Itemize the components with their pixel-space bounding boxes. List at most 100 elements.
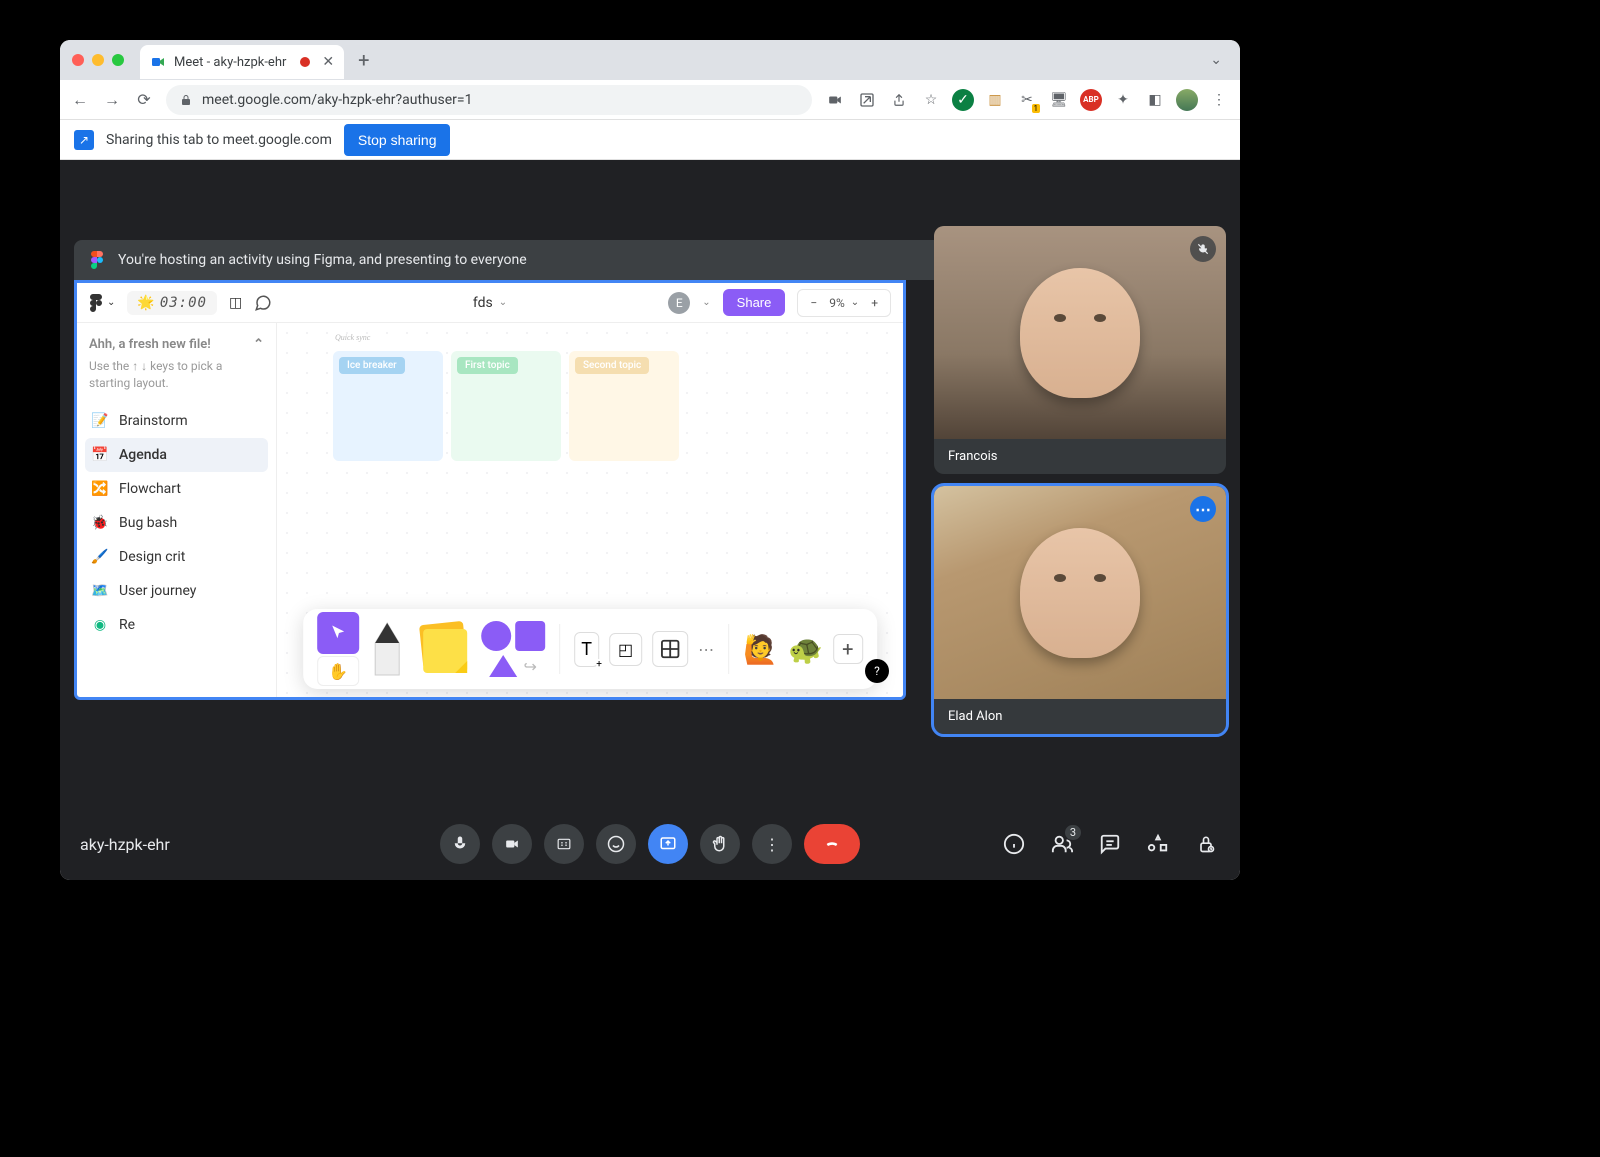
captions-button[interactable] [544, 824, 584, 864]
user-avatar[interactable]: E [668, 292, 690, 314]
template-item[interactable]: 📝Brainstorm [85, 404, 268, 438]
hand-tool[interactable]: ✋ [317, 656, 359, 686]
ext-abp-icon[interactable]: ABP [1080, 89, 1102, 111]
template-label: Bug bash [119, 515, 177, 531]
zoom-controls: − 9% ⌄ + [797, 289, 891, 317]
template-icon: 🔀 [91, 480, 109, 498]
side-panel-icon[interactable]: ◧ [1144, 89, 1166, 111]
extension-icons: ☆ ✓ ▥ ✂1 🖥 ABP ✦ ◧ ⋮ [824, 89, 1230, 111]
recording-indicator-icon [300, 57, 310, 67]
lock-icon [180, 93, 192, 107]
zoom-out-button[interactable]: − [804, 296, 823, 310]
tab-title: Meet - aky-hzpk-ehr [174, 55, 286, 70]
sharing-text: Sharing this tab to meet.google.com [106, 132, 332, 148]
ext-scissors-icon[interactable]: ✂1 [1016, 89, 1038, 111]
participant-name: Francois [934, 439, 1226, 474]
select-tool[interactable] [317, 612, 359, 654]
new-tab-button[interactable]: + [358, 48, 369, 72]
stamp-tool-2[interactable]: 🐢 [788, 633, 823, 666]
ext-folder-icon[interactable]: ▥ [984, 89, 1006, 111]
section-tool[interactable]: ◰ [609, 633, 642, 666]
template-item[interactable]: ◉Re [85, 608, 268, 642]
help-button[interactable]: ? [865, 659, 889, 683]
collapse-icon[interactable]: ⌃ [253, 337, 264, 352]
template-label: User journey [119, 583, 196, 599]
participant-tile[interactable]: Francois [934, 226, 1226, 474]
sticky-note-tool[interactable] [415, 621, 471, 677]
canvas-card[interactable]: Ice breaker [333, 351, 443, 461]
back-button[interactable]: ← [70, 90, 90, 110]
figma-canvas[interactable]: Quick sync Ice breakerFirst topicSecond … [277, 323, 903, 697]
template-item[interactable]: 🔀Flowchart [85, 472, 268, 506]
open-external-icon[interactable] [856, 89, 878, 111]
template-item[interactable]: 🖌️Design crit [85, 540, 268, 574]
add-widget-button[interactable]: + [833, 634, 863, 664]
figma-file-title[interactable]: fds [473, 295, 493, 311]
more-tools-icon[interactable]: ⋯ [698, 640, 714, 659]
more-options-button[interactable]: ⋮ [752, 824, 792, 864]
panel-layout-icon[interactable]: ◫ [229, 295, 242, 311]
zoom-value[interactable]: 9% [829, 296, 845, 310]
stamp-tool-1[interactable]: 🙋 [743, 633, 778, 666]
template-item[interactable]: 📅Agenda [85, 438, 268, 472]
ext-monitor-icon[interactable]: 🖥 [1048, 89, 1070, 111]
browser-tab[interactable]: Meet - aky-hzpk-ehr ✕ [140, 45, 344, 79]
pencil-tool[interactable] [369, 619, 405, 679]
close-window-dot[interactable] [72, 54, 84, 66]
reload-button[interactable]: ⟳ [134, 90, 154, 109]
people-button[interactable]: 3 [1048, 830, 1076, 858]
camera-toggle-button[interactable] [492, 824, 532, 864]
template-item[interactable]: 🐞Bug bash [85, 506, 268, 540]
triangle-shape-icon [489, 655, 517, 677]
host-controls-button[interactable] [1192, 830, 1220, 858]
close-tab-icon[interactable]: ✕ [322, 54, 334, 70]
share-up-icon[interactable] [888, 89, 910, 111]
text-tool[interactable]: T+ [574, 632, 599, 667]
tab-overflow-chevron-icon[interactable]: ⌄ [1210, 52, 1222, 68]
title-chevron-icon[interactable]: ⌄ [499, 297, 507, 308]
omnibox[interactable]: meet.google.com/aky-hzpk-ehr?authuser=1 [166, 85, 812, 115]
reactions-button[interactable] [596, 824, 636, 864]
tile-more-icon[interactable]: ⋯ [1190, 496, 1216, 522]
square-shape-icon [515, 621, 545, 651]
timer[interactable]: 🌟 03:00 [127, 291, 217, 315]
figma-menu-icon[interactable]: ⌄ [89, 294, 115, 312]
url-text: meet.google.com/aky-hzpk-ehr?authuser=1 [202, 92, 472, 108]
template-item[interactable]: 🗺️User journey [85, 574, 268, 608]
mic-muted-icon [1190, 236, 1216, 262]
comments-icon[interactable] [254, 294, 272, 312]
profile-avatar-icon[interactable] [1176, 89, 1198, 111]
activity-text: You're hosting an activity using Figma, … [118, 252, 527, 268]
participant-tile[interactable]: ⋯ Elad Alon [934, 486, 1226, 734]
mic-toggle-button[interactable] [440, 824, 480, 864]
forward-button[interactable]: → [102, 90, 122, 110]
stop-sharing-button[interactable]: Stop sharing [344, 124, 451, 156]
zoom-in-button[interactable]: + [865, 296, 884, 310]
canvas-card[interactable]: First topic [451, 351, 561, 461]
chrome-menu-icon[interactable]: ⋮ [1208, 89, 1230, 111]
window-controls [72, 54, 124, 66]
zoom-chevron-icon[interactable]: ⌄ [851, 297, 859, 308]
meet-favicon-icon [150, 54, 166, 70]
present-button[interactable] [648, 824, 688, 864]
table-tool[interactable] [652, 631, 688, 667]
maximize-window-dot[interactable] [112, 54, 124, 66]
raise-hand-button[interactable] [700, 824, 740, 864]
camera-icon[interactable] [824, 89, 846, 111]
hangup-button[interactable] [804, 824, 860, 864]
ext-green-icon[interactable]: ✓ [952, 89, 974, 111]
participant-video-placeholder [1020, 528, 1140, 658]
figma-logo-icon [88, 251, 106, 269]
avatar-chevron-icon[interactable]: ⌄ [702, 297, 710, 308]
figma-share-button[interactable]: Share [723, 289, 786, 316]
extensions-puzzle-icon[interactable]: ✦ [1112, 89, 1134, 111]
shapes-tool-group[interactable]: ↪ [481, 621, 545, 677]
canvas-card[interactable]: Second topic [569, 351, 679, 461]
meeting-details-button[interactable] [1000, 830, 1028, 858]
template-label: Brainstorm [119, 413, 188, 429]
chat-button[interactable] [1096, 830, 1124, 858]
minimize-window-dot[interactable] [92, 54, 104, 66]
activities-button[interactable] [1144, 830, 1172, 858]
star-icon[interactable]: ☆ [920, 89, 942, 111]
meet-bottom-bar: aky-hzpk-ehr ⋮ 3 [60, 808, 1240, 880]
